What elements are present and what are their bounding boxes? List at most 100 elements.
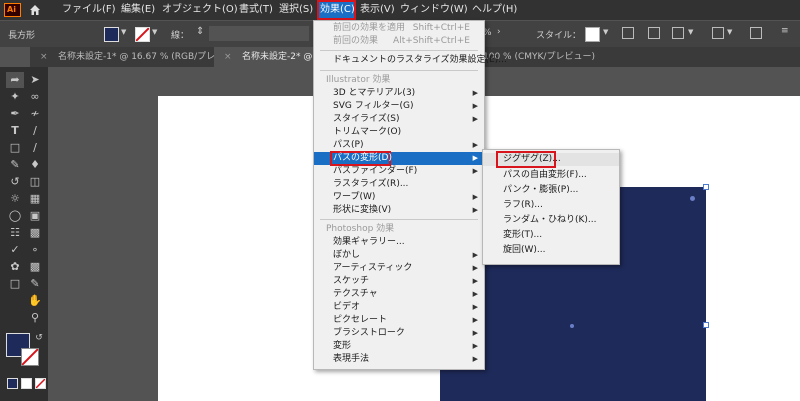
menu-item-transform[interactable]: 変形(T)... [483,229,619,242]
menu-item-last-effect[interactable]: 前回の効果 Alt+Shift+Ctrl+E [314,35,484,48]
menu-item-warp[interactable]: ワープ(W) ▶ [314,191,484,204]
shape-icon[interactable] [648,27,660,39]
style-label: スタイル： [536,31,582,41]
menu-file[interactable]: ファイル(F) [62,0,116,20]
menu-item-texture[interactable]: テクスチャ ▶ [314,288,484,301]
menu-item-tweak[interactable]: ランダム・ひねり(K)... [483,214,619,227]
mesh-icon[interactable]: ☷ [8,226,22,240]
menu-item-stylize-ps[interactable]: 表現手法 ▶ [314,353,484,366]
menu-object[interactable]: オブジェクト(O) [162,0,238,20]
slice-icon[interactable]: ✎ [28,277,42,291]
selection-handle[interactable] [703,184,709,190]
menu-item-video[interactable]: ビデオ ▶ [314,301,484,314]
scale-icon[interactable]: ◫ [28,175,42,189]
eraser-icon[interactable]: ♦ [28,158,42,172]
menu-item-effect-gallery[interactable]: 効果ギャラリー... [314,236,484,249]
menu-item-document-raster-settings[interactable]: ドキュメントのラスタライズ効果設定(E)... [314,54,507,67]
paintbrush-icon[interactable]: ∕ [28,141,42,155]
chevron-right-icon: ▶ [472,167,478,175]
type-icon[interactable]: T [8,124,22,138]
stroke-color-box[interactable] [21,348,39,366]
chevron-down-icon[interactable]: ▼ [727,28,732,36]
menu-item-artistic[interactable]: アーティスティック ▶ [314,262,484,275]
menu-item-3d-materials[interactable]: 3D とマテリアル(3) ▶ [314,87,484,100]
curvature-icon[interactable]: ≁ [28,107,42,121]
rotate-icon[interactable]: ↺ [8,175,22,189]
chevron-down-icon[interactable]: ▼ [152,28,157,36]
style-swatch[interactable] [585,27,600,42]
perspective-grid-icon[interactable]: ▣ [28,209,42,223]
fill-swatch[interactable] [104,27,119,42]
menu-item-distort[interactable]: 変形 ▶ [314,340,484,353]
menu-item-roughen[interactable]: ラフ(R)... [483,199,619,212]
free-transform-icon[interactable]: ▦ [28,192,42,206]
line-icon[interactable]: ∕ [28,124,42,138]
menu-type[interactable]: 書式(T) [239,0,273,20]
document-tab[interactable]: × 名称未設定-1* @ 16.67 % (RGB/プレビュー) [30,47,246,67]
close-icon[interactable]: × [224,47,232,67]
menu-item-apply-last-effect[interactable]: 前回の効果を適用 Shift+Ctrl+E [314,22,484,35]
menu-item-pathfinder[interactable]: パスファインダー(F) ▶ [314,165,484,178]
menu-select[interactable]: 選択(S) [279,0,313,20]
chevron-down-icon[interactable]: ▼ [603,28,608,36]
menu-effect[interactable]: 効果(C) [320,0,355,20]
menu-item-pucker-bloat[interactable]: パンク・膨張(P)... [483,184,619,197]
selection-handle[interactable] [703,322,709,328]
more-icon[interactable]: ≡ [781,26,789,36]
hand-icon[interactable]: ✋ [28,294,42,308]
menu-item-svg-filters[interactable]: SVG フィルター(G) ▶ [314,100,484,113]
warp-icon[interactable]: ☼ [8,192,22,206]
document-tab-active[interactable]: × 名称未設定-2* @ [214,47,318,67]
menu-view[interactable]: 表示(V) [360,0,395,20]
menu-item-convert-to-shape[interactable]: 形状に変換(V) ▶ [314,204,484,217]
none-mode-icon[interactable] [35,378,46,389]
align-icon[interactable] [622,27,634,39]
gradient-icon[interactable]: ▩ [28,226,42,240]
chevron-right-icon[interactable]: › [497,27,501,37]
selection-tool-icon[interactable]: ➦ [8,73,22,87]
stroke-weight-stepper[interactable]: ⇕ [196,26,204,37]
menu-help[interactable]: ヘルプ(H) [472,0,517,20]
rectangle-icon[interactable]: □ [8,141,22,155]
artboard-icon[interactable]: □ [8,277,22,291]
menu-item-zigzag[interactable]: ジグザグ(Z)... [483,151,619,168]
chevron-right-icon: ▶ [472,251,478,259]
direct-selection-icon[interactable]: ➤ [28,73,42,87]
graph-icon[interactable]: ▩ [28,260,42,274]
color-mode-icon[interactable] [7,378,18,389]
menu-item-pixelate[interactable]: ピクセレート ▶ [314,314,484,327]
transform-icon[interactable] [712,27,724,39]
pathfinder-icon[interactable] [672,27,684,39]
chevron-right-icon: ▶ [472,115,478,123]
shaper-icon[interactable]: ✎ [8,158,22,172]
eyedropper-icon[interactable]: ✓ [8,243,22,257]
menu-window[interactable]: ウィンドウ(W) [400,0,468,20]
shape-builder-icon[interactable]: ◯ [8,209,22,223]
chevron-down-icon[interactable]: ▼ [688,28,693,36]
menu-item-sketch[interactable]: スケッチ ▶ [314,275,484,288]
stroke-weight-input[interactable] [209,26,309,41]
menu-item-free-distort[interactable]: パスの自由変形(F)... [483,169,619,182]
menu-item-twist[interactable]: 旋回(W)... [483,244,619,257]
chevron-down-icon[interactable]: ▼ [121,28,126,36]
pen-icon[interactable]: ✒ [8,107,22,121]
lasso-icon[interactable]: ∞ [28,90,42,104]
close-icon[interactable]: × [40,47,48,67]
menu-item-distort-transform[interactable]: パスの変形(D) ▶ [314,151,484,166]
menu-item-trim-marks[interactable]: トリムマーク(O) [314,126,484,139]
symbol-sprayer-icon[interactable]: ✿ [8,260,22,274]
menu-item-blur[interactable]: ぼかし ▶ [314,249,484,262]
menu-edit[interactable]: 編集(E) [121,0,155,20]
menu-item-rasterize[interactable]: ラスタライズ(R)... [314,178,484,191]
home-icon[interactable] [29,4,41,16]
blend-icon[interactable]: ∘ [28,243,42,257]
magic-wand-icon[interactable]: ✦ [8,90,22,104]
zoom-icon[interactable]: ⚲ [28,311,42,325]
menu-item-stylize[interactable]: スタイライズ(S) ▶ [314,113,484,126]
gradient-mode-icon[interactable] [21,378,32,389]
corner-widget[interactable] [690,196,695,201]
menu-item-brush-strokes[interactable]: ブラシストローク ▶ [314,327,484,340]
grid-icon[interactable] [750,27,762,39]
swap-icon[interactable]: ↺ [32,331,46,345]
stroke-swatch[interactable] [135,27,150,42]
